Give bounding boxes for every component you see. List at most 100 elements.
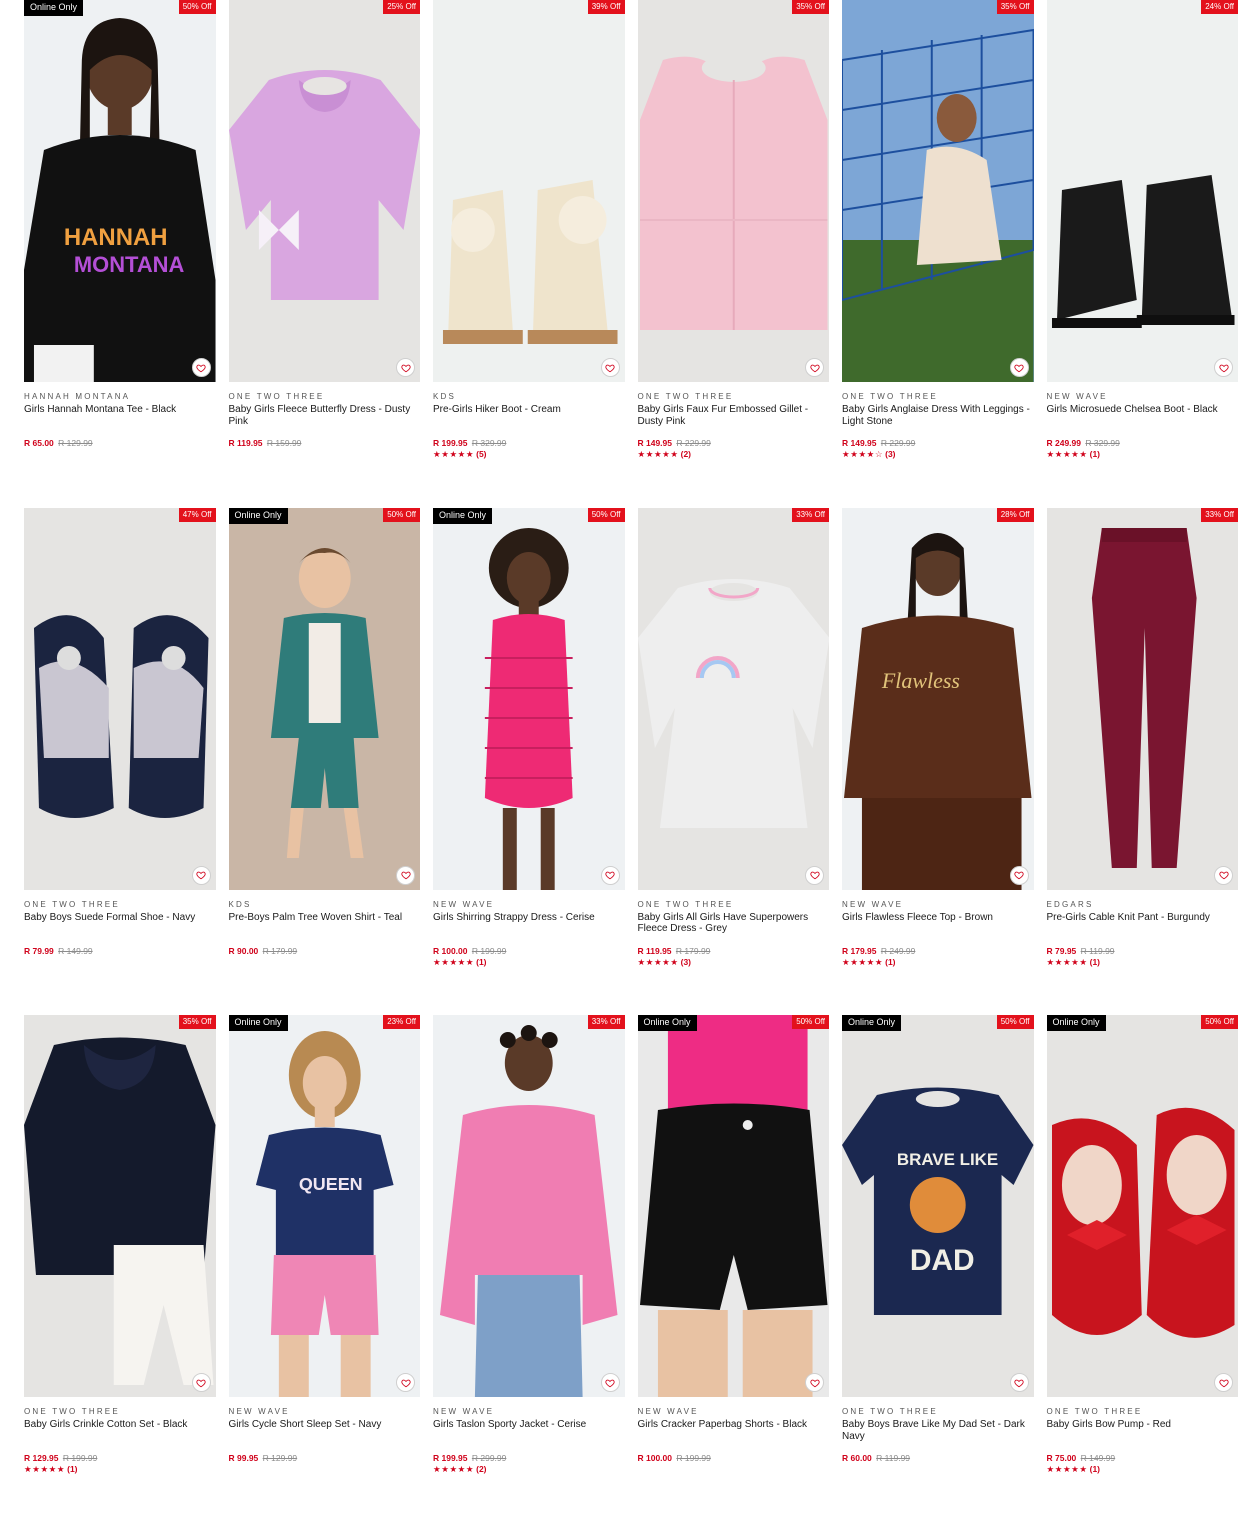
product-image[interactable]: 33% Off [1046,507,1238,890]
product-name[interactable]: Baby Girls All Girls Have Superpowers Fl… [638,912,830,935]
current-price: R 90.00 [228,945,259,956]
current-price: R 65.00 [24,438,54,448]
product-name[interactable]: Girls Shirring Strappy Dress - Cerise [433,912,625,935]
product-card-p4[interactable]: 35% Off ONE TWO THREE Baby Girls Faux Fu… [637,0,830,508]
rating-row [229,449,421,459]
product-card-p7[interactable]: 47% Off ONE TWO THREE Baby Boys Suede Fo… [24,507,216,1016]
product-card-p8[interactable]: Online Only 50% Off KDS Pre-Boys Palm Tr… [228,507,421,1016]
star-rating: ★★★★★ [433,956,475,967]
wishlist-button[interactable] [1009,358,1029,377]
wishlist-button[interactable] [191,865,211,885]
discount-badge: 50% Off [1201,1015,1238,1029]
product-card-p18[interactable]: Online Only 50% Off ONE TWO THREE Baby G… [1046,1015,1239,1514]
product-name[interactable]: Pre-Boys Palm Tree Woven Shirt - Teal [229,912,421,935]
product-card-p2[interactable]: 25% Off ONE TWO THREE Baby Girls Fleece … [228,0,421,508]
product-image[interactable]: QUEEN Online Only 23% Off [228,1015,420,1397]
wishlist-button[interactable] [396,1373,415,1392]
wishlist-button[interactable] [1214,358,1233,377]
discount-badge: 50% Off [996,1015,1034,1029]
product-card-p10[interactable]: 33% Off ONE TWO THREE Baby Girls All Gir… [637,507,830,1016]
product-name[interactable]: Girls Taslon Sporty Jacket - Cerise [433,1419,625,1442]
product-name[interactable]: Girls Hannah Montana Tee - Black [24,404,216,427]
product-image[interactable]: 25% Off [228,0,420,382]
product-name[interactable]: Baby Girls Bow Pump - Red [1047,1419,1239,1442]
online-only-badge: Online Only [842,1015,902,1031]
product-card-p14[interactable]: QUEEN Online Only 23% Off NEW WAVE Girls… [228,1015,421,1514]
wishlist-button[interactable] [1009,865,1029,885]
product-card-p17[interactable]: BRAVE LIKE DAD Online Only 50% Off ONE T… [842,1015,1034,1514]
product-card-p13[interactable]: 35% Off ONE TWO THREE Baby Girls Crinkle… [24,1015,216,1514]
product-brand: NEW WAVE [637,1407,699,1416]
product-image[interactable]: Online Only 50% Off [1046,1015,1238,1397]
wishlist-button[interactable] [191,358,211,377]
product-image[interactable]: Online Only 50% Off [228,507,420,890]
product-name[interactable]: Pre-Girls Cable Knit Pant - Burgundy [1047,912,1239,935]
wishlist-button[interactable] [805,1373,824,1392]
review-count: (1) [885,956,896,967]
product-image[interactable]: 47% Off [24,507,216,890]
product-image[interactable]: Online Only 50% Off [433,507,625,890]
product-name[interactable]: Girls Flawless Fleece Top - Brown [842,912,1034,935]
wishlist-button[interactable] [1009,1373,1029,1392]
product-name[interactable]: Girls Cracker Paperbag Shorts - Black [638,1419,830,1442]
product-name[interactable]: Baby Boys Suede Formal Shoe - Navy [24,912,216,935]
product-name[interactable]: Baby Boys Brave Like My Dad Set - Dark N… [842,1419,1034,1442]
product-name[interactable]: Baby Girls Fleece Butterfly Dress - Dust… [229,404,421,427]
product-card-p12[interactable]: 33% Off EDGARS Pre-Girls Cable Knit Pant… [1046,507,1239,1016]
discount-badge: 33% Off [792,507,829,522]
original-price: R 179.99 [675,945,711,956]
product-brand: EDGARS [1046,899,1094,909]
wishlist-button[interactable] [600,865,620,885]
product-name[interactable]: Baby Girls Anglaise Dress With Leggings … [842,404,1034,427]
product-image[interactable]: 35% Off [24,1015,216,1397]
product-name[interactable]: Pre-Girls Hiker Boot - Cream [433,404,625,427]
wishlist-button[interactable] [805,865,824,885]
wishlist-button[interactable] [600,1373,620,1392]
wishlist-button[interactable] [600,358,620,377]
product-card-p3[interactable]: 39% Off KDS Pre-Girls Hiker Boot - Cream… [433,0,625,508]
wishlist-button[interactable] [191,1373,211,1392]
review-count: (1) [67,1464,78,1474]
product-image[interactable]: 24% Off [1046,0,1238,382]
original-price: R 129.99 [58,438,93,448]
product-name[interactable]: Baby Girls Faux Fur Embossed Gillet - Du… [638,404,830,427]
product-image[interactable]: Online Only 50% Off [637,1015,829,1397]
svg-text:MONTANA: MONTANA [74,252,185,277]
price-row: R 65.00 R 129.99 [24,438,216,448]
product-image[interactable]: HANNAH MONTANA Online Only 50% Off [24,0,216,382]
product-image[interactable]: BRAVE LIKE DAD Online Only 50% Off [842,1015,1034,1397]
product-card-p15[interactable]: 33% Off NEW WAVE Girls Taslon Sporty Jac… [433,1015,625,1514]
product-photo: Flawless [843,532,1032,890]
product-card-p6[interactable]: 24% Off NEW WAVE Girls Microsuede Chelse… [1046,0,1239,508]
product-image[interactable]: Flawless 28% Off [842,507,1034,890]
wishlist-button[interactable] [1214,865,1233,885]
product-photo [842,0,1034,382]
discount-badge: 33% Off [587,1015,625,1029]
product-image[interactable]: 35% Off [637,0,829,382]
product-name[interactable]: Girls Microsuede Chelsea Boot - Black [1047,404,1239,427]
product-card-p11[interactable]: Flawless 28% Off NEW WAVE Girls Flawless… [842,507,1034,1016]
review-count: (1) [1089,1464,1100,1474]
wishlist-button[interactable] [396,865,415,885]
product-image[interactable]: 33% Off [433,1015,625,1397]
product-card-p16[interactable]: Online Only 50% Off NEW WAVE Girls Crack… [637,1015,830,1514]
original-price: R 119.99 [1080,945,1115,956]
original-price: R 159.99 [266,438,302,448]
heart-outline-icon [196,364,206,372]
discount-badge: 47% Off [178,507,216,522]
product-name[interactable]: Baby Girls Crinkle Cotton Set - Black [24,1419,216,1442]
product-card-p9[interactable]: Online Only 50% Off NEW WAVE Girls Shirr… [433,507,625,1016]
product-brand: ONE TWO THREE [24,1407,120,1416]
wishlist-button[interactable] [396,358,415,377]
current-price: R 100.00 [433,945,468,956]
product-card-p1[interactable]: HANNAH MONTANA Online Only 50% Off HANNA… [24,0,216,508]
product-card-p5[interactable]: 35% Off ONE TWO THREE Baby Girls Anglais… [842,0,1034,508]
product-photo [439,1025,618,1397]
product-brand: NEW WAVE [433,1407,495,1416]
product-image[interactable]: 35% Off [842,0,1034,382]
wishlist-button[interactable] [1214,1373,1233,1392]
wishlist-button[interactable] [805,358,824,377]
product-image[interactable]: 33% Off [637,507,829,890]
product-image[interactable]: 39% Off [433,0,625,382]
product-name[interactable]: Girls Cycle Short Sleep Set - Navy [229,1419,421,1442]
